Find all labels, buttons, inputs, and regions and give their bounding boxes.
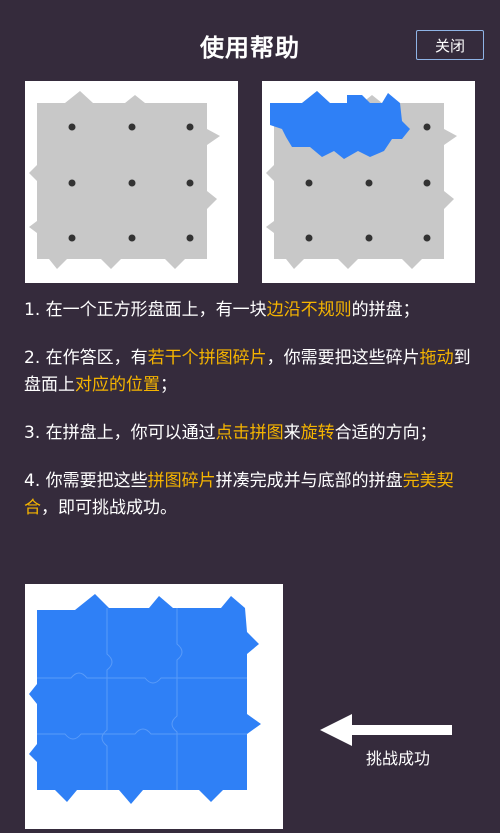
instruction-step-4: 4. 你需要把这些拼图碎片拼凑完成并与底部的拼盘完美契合，即可挑战成功。 <box>24 471 454 518</box>
arrow-left-icon <box>320 714 452 746</box>
instruction-step-1: 1. 在一个正方形盘面上，有一块边沿不规则的拼盘； <box>24 300 420 320</box>
instructions: 1. 在一个正方形盘面上，有一块边沿不规则的拼盘； 2. 在作答区，有若干个拼图… <box>24 297 480 543</box>
partial-puzzle-board-image <box>262 81 475 283</box>
blue-puzzle-board-shape <box>29 594 261 804</box>
puzzle-board-graphic <box>29 594 261 804</box>
close-button[interactable]: 关闭 <box>416 30 484 60</box>
header: 使用帮助 关闭 <box>0 0 500 92</box>
instruction-step-3: 3. 在拼盘上，你可以通过点击拼图来旋转合适的方向； <box>24 423 437 443</box>
completed-puzzle-board-image <box>25 584 283 829</box>
puzzle-board-graphic <box>266 91 457 269</box>
empty-puzzle-board-image <box>25 81 238 283</box>
instruction-step-2: 2. 在作答区，有若干个拼图碎片，你需要把这些碎片拖动到盘面上对应的位置； <box>24 348 471 395</box>
success-label: 挑战成功 <box>366 749 431 768</box>
puzzle-board-graphic <box>29 91 220 269</box>
